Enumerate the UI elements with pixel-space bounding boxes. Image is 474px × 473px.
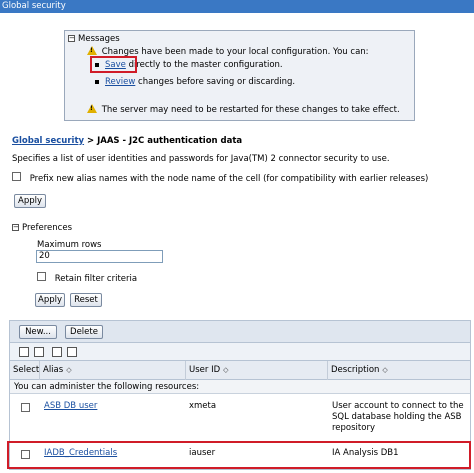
table-icon-bar — [10, 343, 470, 361]
warning-icon — [87, 104, 97, 113]
review-link[interactable]: Review — [105, 77, 135, 87]
deselect-all-icon[interactable] — [34, 347, 44, 357]
new-button[interactable]: New... — [19, 325, 57, 339]
retain-filter-option: Retain filter criteria — [37, 272, 237, 284]
column-alias[interactable]: Alias ◇ — [40, 361, 186, 380]
save-highlight-box — [90, 56, 137, 73]
prefix-option: Prefix new alias names with the node nam… — [12, 172, 462, 184]
breadcrumb-current: > JAAS - J2C authentication data — [84, 136, 243, 146]
page-description: Specifies a list of user identities and … — [12, 154, 390, 164]
clear-filter-icon[interactable] — [67, 347, 77, 357]
column-description-label: Description — [331, 365, 380, 375]
messages-header[interactable]: − Messages — [68, 34, 268, 44]
messages-intro-text: Changes have been made to your local con… — [101, 47, 369, 57]
sort-icon[interactable]: ◇ — [382, 361, 387, 380]
preferences-header[interactable]: − Preferences — [12, 222, 98, 234]
row-highlight-box — [7, 441, 471, 469]
breadcrumb: Global security > JAAS - J2C authenticat… — [12, 136, 242, 146]
apply-button[interactable]: Apply — [14, 194, 46, 208]
table-button-bar: New... Delete — [10, 321, 470, 343]
admin-notice: You can administer the following resourc… — [10, 380, 470, 394]
column-alias-label: Alias — [43, 365, 64, 375]
window-title: Global security — [0, 0, 474, 13]
bullet-icon — [95, 79, 99, 84]
sort-icon[interactable]: ◇ — [223, 361, 228, 380]
column-select: Select — [10, 361, 40, 380]
review-text: changes before saving or discarding. — [135, 77, 296, 87]
column-user-id[interactable]: User ID ◇ — [186, 361, 328, 380]
prefix-option-label: Prefix new alias names with the node nam… — [29, 174, 429, 184]
retain-filter-label: Retain filter criteria — [54, 274, 138, 284]
row-select-checkbox[interactable] — [21, 403, 30, 412]
preferences-apply-button[interactable]: Apply — [35, 293, 65, 307]
table-header: Select Alias ◇ User ID ◇ Description ◇ — [10, 361, 470, 380]
retain-filter-checkbox[interactable] — [37, 272, 46, 281]
user-id-cell: xmeta — [189, 401, 217, 411]
prefix-checkbox[interactable] — [12, 172, 21, 181]
warning-icon — [87, 46, 97, 55]
max-rows-input[interactable]: 20 — [36, 250, 163, 263]
save-text: directly to the master configuration. — [125, 60, 283, 70]
column-description[interactable]: Description ◇ — [328, 361, 470, 380]
collapse-icon[interactable]: − — [68, 35, 75, 42]
max-rows-label: Maximum rows — [37, 240, 102, 250]
messages-panel: −Messages Changes have been made to your… — [64, 30, 415, 121]
restart-notice: The server may need to be restarted for … — [87, 104, 412, 115]
column-user-id-label: User ID — [189, 365, 221, 375]
save-line: Save directly to the master configuratio… — [95, 60, 395, 70]
collapse-icon[interactable]: − — [12, 224, 19, 231]
sort-icon[interactable]: ◇ — [66, 361, 71, 380]
alias-link[interactable]: ASB DB user — [44, 401, 97, 411]
select-all-icon[interactable] — [19, 347, 29, 357]
restart-text: The server may need to be restarted for … — [101, 105, 400, 115]
review-line: Review changes before saving or discardi… — [95, 77, 395, 87]
preferences-header-label: Preferences — [22, 223, 72, 233]
table-row: ASB DB user xmeta User account to connec… — [10, 394, 470, 442]
breadcrumb-global-security-link[interactable]: Global security — [12, 136, 84, 146]
delete-button[interactable]: Delete — [65, 325, 103, 339]
show-filter-icon[interactable] — [52, 347, 62, 357]
messages-header-label: Messages — [78, 34, 120, 44]
preferences-reset-button[interactable]: Reset — [70, 293, 102, 307]
description-cell: User account to connect to the SQL datab… — [332, 401, 464, 433]
